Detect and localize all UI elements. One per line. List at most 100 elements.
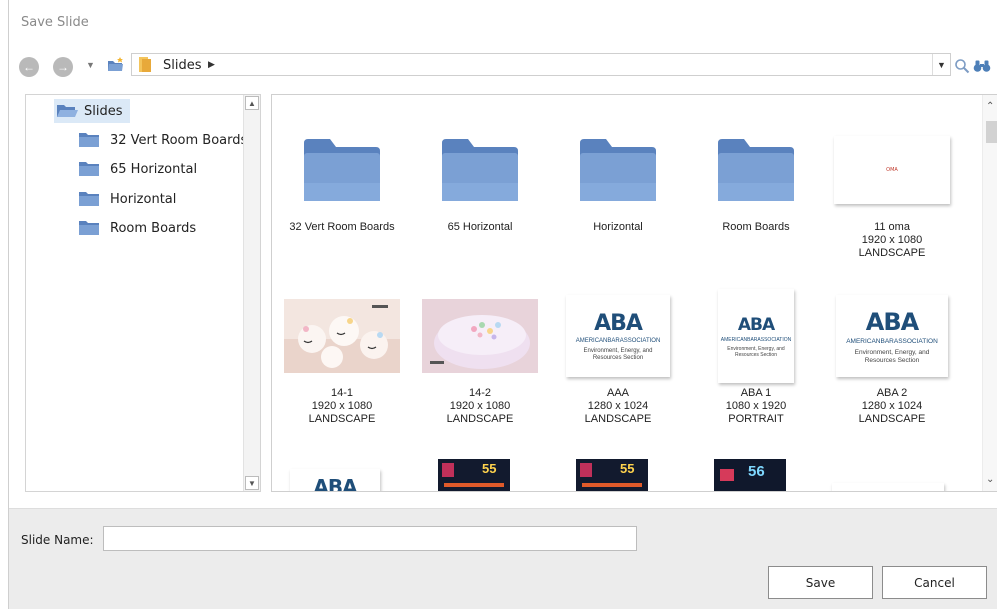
file-name: Horizontal <box>593 221 643 233</box>
slide-preview: OMA <box>834 136 950 204</box>
file-orientation: LANDSCAPE <box>858 247 926 259</box>
file-dimensions: 1920 x 1080 <box>861 234 923 246</box>
file-name: 65 Horizontal <box>447 221 513 233</box>
file-caption: ABA 1 1080 x 1920 PORTRAIT <box>692 387 820 426</box>
neon-sign-shape <box>580 463 592 477</box>
folder-icon <box>79 162 99 176</box>
aba-logo: ABA <box>865 307 919 336</box>
folder-icon <box>442 139 518 201</box>
new-folder-icon[interactable] <box>107 57 125 73</box>
tree-item-horizontal[interactable]: Horizontal <box>78 187 176 211</box>
file-caption: 11 oma 1920 x 1080 LANDSCAPE <box>828 221 956 260</box>
file-orientation: LANDSCAPE <box>584 413 652 425</box>
breadcrumb-chevron-icon[interactable]: ▶ <box>208 59 215 70</box>
slide-preview: ABA AMERICANBARASSOCIATION Environment, … <box>836 295 948 377</box>
aba-section-text: Environment, Energy, and Resources Secti… <box>583 347 653 361</box>
folder-icon <box>580 139 656 201</box>
cake-photo-image <box>422 299 538 373</box>
file-caption: AAA 1280 x 1024 LANDSCAPE <box>554 387 682 426</box>
file-name: 14-1 <box>330 387 354 399</box>
file-grid-scrollbar[interactable]: ⌃ ⌄ <box>982 95 997 491</box>
slide-thumbnail <box>416 291 544 381</box>
file-caption: 65 Horizontal <box>416 221 544 234</box>
neon-sign-shape <box>442 463 454 477</box>
search-icon[interactable] <box>954 58 970 74</box>
slide-thumbnail: OMA <box>828 125 956 215</box>
slide-name-input[interactable] <box>103 526 637 551</box>
folder-thumbnail <box>554 125 682 215</box>
neon-number-text: 56 <box>748 463 765 480</box>
file-name: AAA <box>606 387 629 399</box>
partial-slide-thumbnail[interactable]: 56 <box>714 459 786 491</box>
file-name: 11 oma <box>874 221 910 233</box>
neon-sign-shape <box>720 469 734 481</box>
neon-number-text: 55 <box>620 461 635 476</box>
forward-arrow-icon[interactable]: → <box>53 57 73 77</box>
aba-section-text: Environment, Energy, and Resources Secti… <box>854 348 930 364</box>
history-dropdown-icon[interactable]: ▼ <box>86 60 95 70</box>
aba-logo: ABA <box>594 310 643 336</box>
scroll-up-icon[interactable]: ▲ <box>245 96 259 110</box>
cake-photo-image <box>284 299 400 373</box>
scroll-down-icon[interactable]: ▼ <box>245 476 259 490</box>
file-name: ABA 1 <box>740 387 772 399</box>
neon-strip-shape <box>582 483 642 487</box>
binoculars-icon[interactable] <box>973 59 991 73</box>
save-slide-dialog: Save Slide ← → ▼ Slides ▶ ▼ Slides 32 Ve… <box>8 0 997 609</box>
folder-icon <box>304 139 380 201</box>
tree-item-label: Slides <box>84 103 123 119</box>
aba-logo: ABA <box>313 475 357 492</box>
scroll-down-icon[interactable]: ⌄ <box>986 474 994 485</box>
file-dimensions: 1920 x 1080 <box>311 400 373 412</box>
slide-name-label: Slide Name: <box>21 533 94 547</box>
file-caption: 14-2 1920 x 1080 LANDSCAPE <box>416 387 544 426</box>
tree-scrollbar[interactable]: ▲ ▼ <box>243 95 260 491</box>
file-orientation: LANDSCAPE <box>858 413 926 425</box>
partial-slide-thumbnail[interactable]: ABA <box>290 469 380 492</box>
slide-preview: ABA AMERICANBARASSOCIATION Environment, … <box>718 289 794 383</box>
tree-item-label: Horizontal <box>110 191 177 207</box>
folder-thumbnail <box>416 125 544 215</box>
partial-slide-thumbnail[interactable] <box>832 483 944 491</box>
aba-section-text: Environment, Energy, and Resources Secti… <box>727 345 785 358</box>
folder-icon <box>139 57 151 72</box>
tree-item-room-boards[interactable]: Room Boards <box>78 216 196 240</box>
slide-thumbnail: ABA AMERICANBARASSOCIATION Environment, … <box>828 291 956 381</box>
file-name: 32 Vert Room Boards <box>289 221 395 233</box>
tree-item-32-vert-room-boards[interactable]: 32 Vert Room Boards <box>78 128 247 152</box>
scroll-up-icon[interactable]: ⌃ <box>986 101 994 112</box>
address-dropdown-icon[interactable]: ▼ <box>932 54 950 75</box>
file-name: Room Boards <box>722 221 790 233</box>
folder-icon <box>79 133 99 147</box>
slide-thumbnail <box>278 291 406 381</box>
file-dimensions: 1920 x 1080 <box>449 400 511 412</box>
tree-item-label: 32 Vert Room Boards <box>110 132 248 148</box>
file-caption: 14-1 1920 x 1080 LANDSCAPE <box>278 387 406 426</box>
file-orientation: PORTRAIT <box>728 413 784 425</box>
tree-item-65-horizontal[interactable]: 65 Horizontal <box>78 157 197 181</box>
folder-thumbnail <box>692 125 820 215</box>
back-arrow-icon[interactable]: ← <box>19 57 39 77</box>
dialog-footer: Slide Name: Save Cancel <box>9 508 997 609</box>
cancel-button[interactable]: Cancel <box>882 566 987 599</box>
aba-org-text: AMERICANBARASSOCIATION <box>846 337 938 345</box>
file-caption: 32 Vert Room Boards <box>278 221 406 234</box>
file-caption: ABA 2 1280 x 1024 LANDSCAPE <box>828 387 956 426</box>
aba-org-text: AMERICANBARASSOCIATION <box>720 336 792 343</box>
partial-slide-thumbnail[interactable]: 55 <box>438 459 510 491</box>
file-name: 14-2 <box>468 387 492 399</box>
file-orientation: LANDSCAPE <box>446 413 514 425</box>
aba-logo: ABA <box>737 314 775 335</box>
open-folder-icon <box>57 105 78 117</box>
partial-slide-thumbnail[interactable]: 55 <box>576 459 648 491</box>
file-orientation: LANDSCAPE <box>308 413 376 425</box>
scroll-thumb[interactable] <box>986 121 997 143</box>
address-bar[interactable]: Slides ▶ ▼ <box>131 53 951 76</box>
save-button[interactable]: Save <box>768 566 873 599</box>
breadcrumb-slides[interactable]: Slides <box>163 58 202 73</box>
navigation-bar: ← → ▼ Slides ▶ ▼ <box>9 48 997 82</box>
title-bar: Save Slide <box>9 0 997 42</box>
neon-number-text: 55 <box>482 461 497 476</box>
tree-item-slides[interactable]: Slides <box>54 99 130 123</box>
slide-thumbnail: ABA AMERICANBARASSOCIATION Environment, … <box>692 289 820 383</box>
